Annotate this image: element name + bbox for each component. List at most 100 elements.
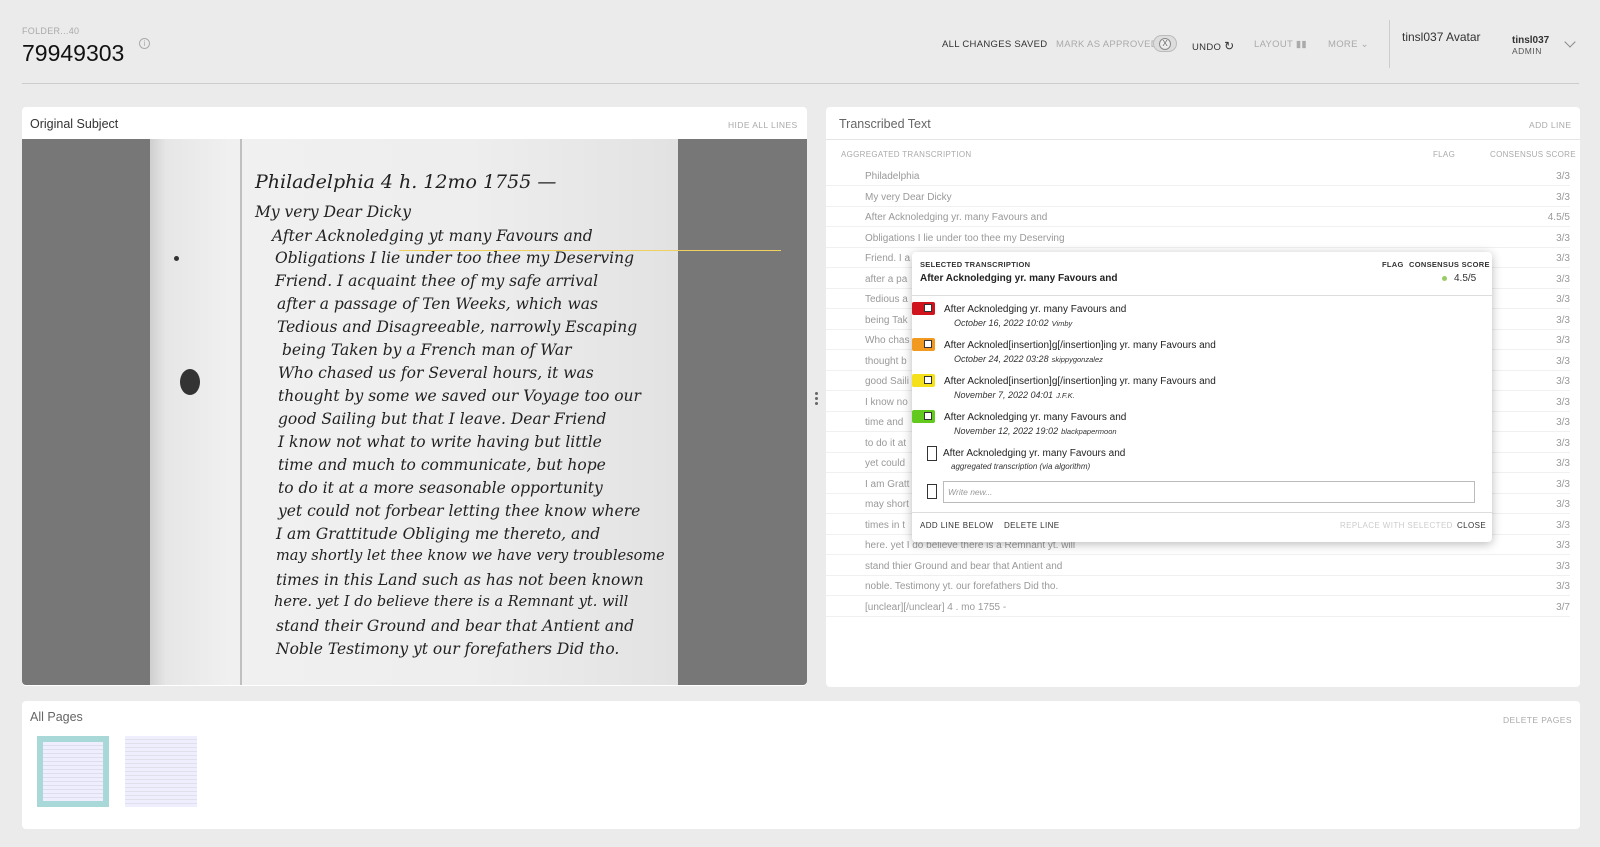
handwriting-line: after a passage of Ten Weeks, which was — [277, 295, 598, 313]
undo-icon: ↻ — [1224, 39, 1235, 53]
transcription-row-score: 3/3 — [1556, 232, 1570, 244]
page-thumbnail-selected[interactable] — [37, 736, 109, 807]
select-checkbox[interactable] — [924, 412, 932, 420]
more-button[interactable]: MORE ⌄ — [1328, 39, 1369, 50]
column-flag: FLAG — [1433, 150, 1456, 159]
transcription-row-text: Friend. I a — [865, 253, 911, 264]
algorithm-meta: aggregated transcription (via algorithm) — [951, 462, 1091, 471]
mark-as-approved-toggle[interactable]: X — [1153, 35, 1177, 52]
popup-flag-header: FLAG — [1382, 260, 1404, 269]
layout-button[interactable]: LAYOUT ▮▮ — [1254, 39, 1307, 50]
transcription-row[interactable]: My very Dear Dicky 3/3 — [826, 187, 1570, 207]
transcription-row-score: 3/3 — [1556, 581, 1570, 592]
transcription-row[interactable]: stand thier Ground and bear that Antient… — [826, 556, 1570, 576]
transcription-row-text: good Saili — [865, 376, 909, 387]
write-new-checkbox[interactable] — [927, 484, 937, 499]
handwriting-line: My very Dear Dicky — [255, 203, 411, 221]
transcription-row-score: 3/3 — [1556, 519, 1570, 531]
header-divider — [1389, 20, 1390, 68]
transcription-row-score: 3/3 — [1556, 396, 1570, 408]
page-fold — [240, 139, 242, 685]
popup-divider — [912, 295, 1492, 296]
transcription-row-score: 3/3 — [1556, 335, 1570, 346]
user-menu-chevron-icon[interactable] — [1564, 36, 1576, 48]
transcription-option-text[interactable]: After Acknoled[insertion]g[/insertion]in… — [944, 376, 1216, 387]
select-checkbox[interactable] — [924, 304, 932, 312]
transcription-meta: October 16, 2022 10:02 Vimby — [954, 318, 1072, 328]
transcription-date: November 12, 2022 19:02 — [954, 426, 1059, 436]
transcription-row-score: 3/3 — [1556, 191, 1570, 203]
transcription-color-swatch[interactable] — [912, 410, 935, 423]
transcription-row-score: 3/3 — [1556, 253, 1570, 264]
handwriting-line: I know not what to write having but litt… — [278, 433, 602, 451]
all-pages-panel — [22, 701, 1580, 829]
transcription-color-swatch[interactable] — [912, 374, 935, 387]
add-line-button[interactable]: ADD LINE — [1529, 120, 1571, 130]
add-line-below-button[interactable]: ADD LINE BELOW — [920, 521, 994, 530]
layout-icon: ▮▮ — [1295, 39, 1307, 50]
handwriting-line: stand their Ground and bear that Antient… — [276, 617, 635, 635]
transcription-row-text: noble. Testimony yt. our forefathers Did… — [865, 581, 1059, 592]
handwriting-line: Obligations I lie under too thee my Dese… — [275, 249, 634, 267]
undo-label: UNDO — [1192, 42, 1222, 53]
transcription-row[interactable]: [unclear][/unclear] 4 . mo 1755 - 3/7 — [826, 597, 1570, 617]
popup-label: SELECTED TRANSCRIPTION — [920, 260, 1031, 269]
undo-button[interactable]: UNDO ↻ — [1192, 39, 1234, 53]
transcription-row-text: Tedious a — [865, 294, 908, 305]
transcription-row-text: Obligations I lie under too thee my Dese… — [865, 232, 1065, 244]
selected-transcription-popup: SELECTED TRANSCRIPTION FLAG CONSENSUS SC… — [912, 252, 1492, 542]
manuscript-page-image[interactable]: Philadelphia 4 h. 12mo 1755 — My very De… — [150, 139, 781, 685]
transcription-row-text: My very Dear Dicky — [865, 191, 952, 203]
transcription-row-text: Philadelphia — [865, 171, 920, 182]
transcription-row-score: 3/7 — [1556, 601, 1570, 613]
delete-line-button[interactable]: DELETE LINE — [1004, 521, 1060, 530]
handwriting-line: here. yet I do believe there is a Remnan… — [274, 594, 629, 610]
transcription-row-text: stand thier Ground and bear that Antient… — [865, 560, 1063, 572]
transcription-row[interactable]: Obligations I lie under too thee my Dese… — [826, 228, 1570, 248]
hide-all-lines-button[interactable]: HIDE ALL LINES — [728, 120, 798, 130]
transcription-row[interactable]: After Acknoledging yr. many Favours and 4… — [826, 207, 1570, 227]
header: FOLDER...40 79949303 i ALL CHANGES SAVED… — [0, 0, 1600, 84]
transcription-row[interactable]: Philadelphia 3/3 — [826, 166, 1570, 186]
page-thumbnail[interactable] — [125, 736, 197, 807]
panel-resize-handle[interactable] — [815, 392, 818, 406]
replace-with-selected-button[interactable]: REPLACE WITH SELECTED — [1340, 521, 1453, 530]
handwriting-line: I am Grattitude Obliging me thereto, and — [276, 525, 601, 543]
layout-label: LAYOUT — [1254, 39, 1293, 50]
select-checkbox[interactable] — [924, 340, 932, 348]
handwriting-line: to do it at a more seasonable opportunit… — [278, 479, 603, 497]
avatar[interactable]: tinsl037 Avatar — [1402, 30, 1481, 44]
transcription-row-text: times in t — [865, 519, 906, 531]
algorithm-checkbox[interactable] — [927, 446, 937, 461]
transcription-row-score: 3/3 — [1556, 458, 1570, 469]
write-new-input[interactable]: Write new... — [943, 481, 1475, 503]
chevron-down-icon: ⌄ — [1360, 39, 1369, 50]
transcription-row-text: yet could — [865, 458, 906, 469]
transcription-row-text: [unclear][/unclear] 4 . mo 1755 - — [865, 601, 1007, 613]
close-popup-button[interactable]: CLOSE — [1457, 521, 1486, 530]
subject-image-viewer[interactable]: Philadelphia 4 h. 12mo 1755 — My very De… — [22, 139, 807, 685]
transcription-option-text[interactable]: After Acknoledging yr. many Favours and — [944, 412, 1126, 423]
subject-id: 79949303 — [22, 40, 125, 66]
mark-as-approved-label: MARK AS APPROVED — [1056, 39, 1158, 50]
transcription-color-swatch[interactable] — [912, 338, 935, 351]
username[interactable]: tinsl037 — [1512, 35, 1549, 46]
transcription-row-text: Who chas — [865, 335, 910, 346]
transcription-row-score: 3/3 — [1556, 499, 1570, 510]
transcription-option-text[interactable]: After Acknoledging yr. many Favours and — [944, 304, 1126, 315]
transcribed-text-title: Transcribed Text — [839, 117, 931, 131]
transcription-row-text: After Acknoledging yr. many Favours and — [865, 212, 1048, 223]
transcription-row[interactable]: noble. Testimony yt. our forefathers Did… — [826, 576, 1570, 596]
handwriting-line: Philadelphia 4 h. 12mo 1755 — — [255, 171, 557, 193]
transcription-option-text[interactable]: After Acknoled[insertion]g[/insertion]in… — [944, 340, 1216, 351]
delete-pages-button[interactable]: DELETE PAGES — [1503, 715, 1572, 725]
handwriting-line: may shortly let thee know we have very t… — [276, 548, 665, 564]
algorithm-transcription-text[interactable]: After Acknoledging yr. many Favours and — [943, 448, 1125, 459]
transcription-user: skippygonzalez — [1051, 355, 1103, 364]
select-checkbox[interactable] — [924, 376, 932, 384]
info-icon[interactable]: i — [139, 38, 150, 49]
transcription-color-swatch[interactable] — [912, 302, 935, 315]
folder-label: FOLDER...40 — [22, 26, 80, 36]
ink-blot — [180, 369, 200, 395]
transcription-row-score: 3/3 — [1556, 560, 1570, 572]
